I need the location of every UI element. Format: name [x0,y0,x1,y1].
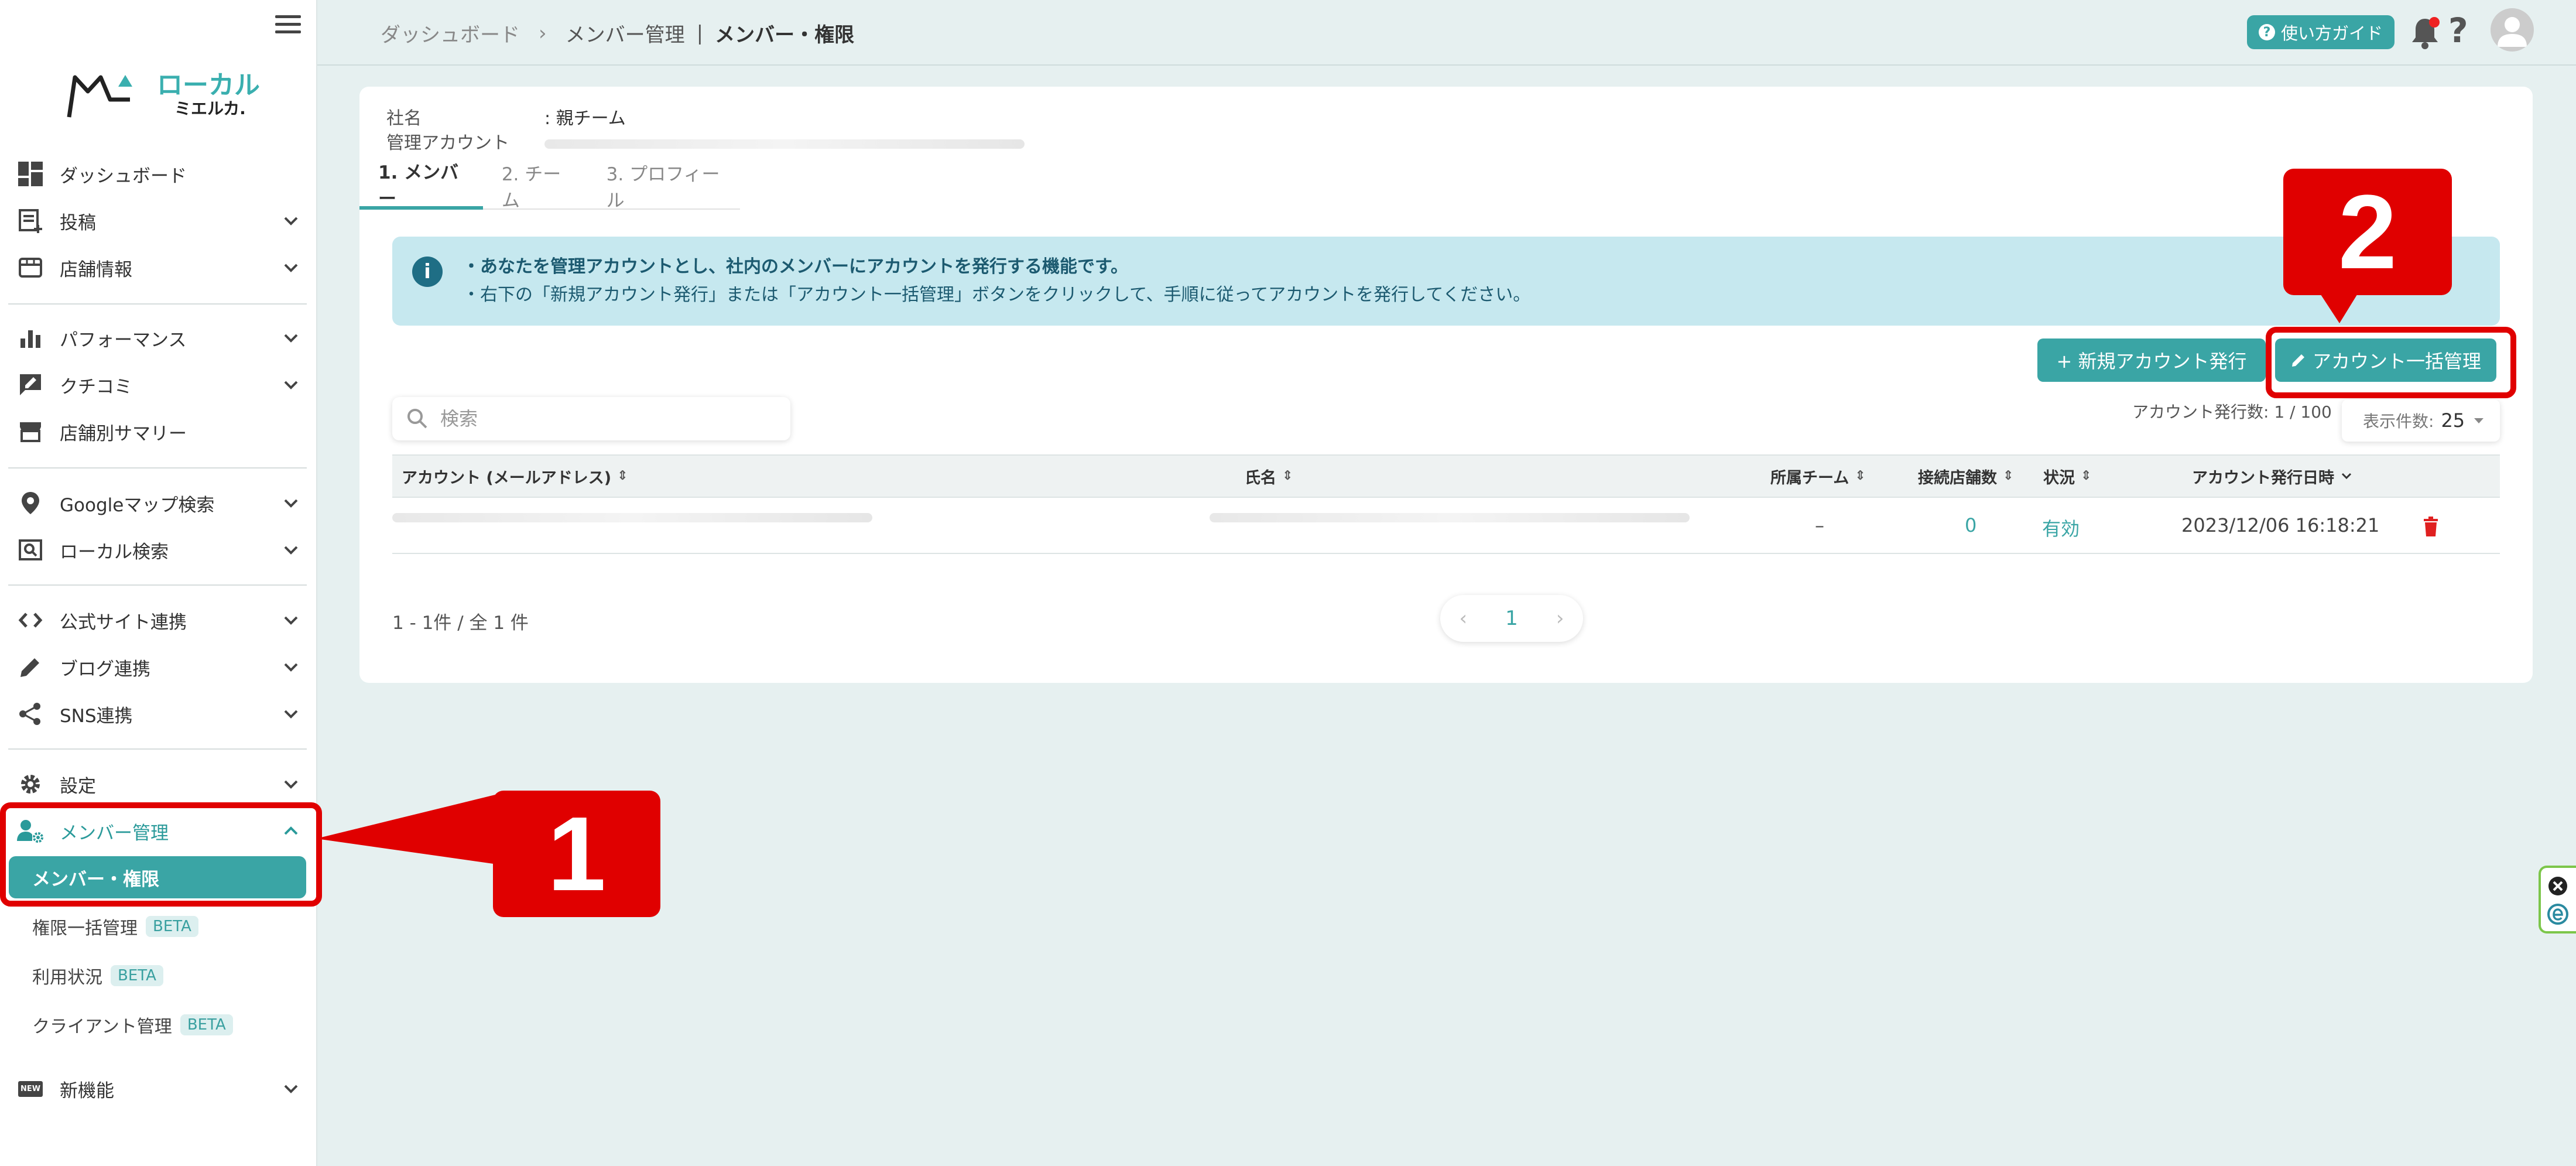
callout-2-highlight [2266,327,2516,398]
callout-1-pointer [316,794,498,864]
callout-badge-2: 2 [2283,169,2452,295]
callout-1-highlight [0,802,322,907]
extension-logo-icon [2547,904,2568,925]
annotation-pointers [316,293,2358,864]
callout-badge-1: 1 [493,791,660,917]
extension-widget[interactable] [2539,866,2576,934]
close-icon[interactable] [2547,875,2569,897]
callout-2-pointer [2320,293,2358,323]
